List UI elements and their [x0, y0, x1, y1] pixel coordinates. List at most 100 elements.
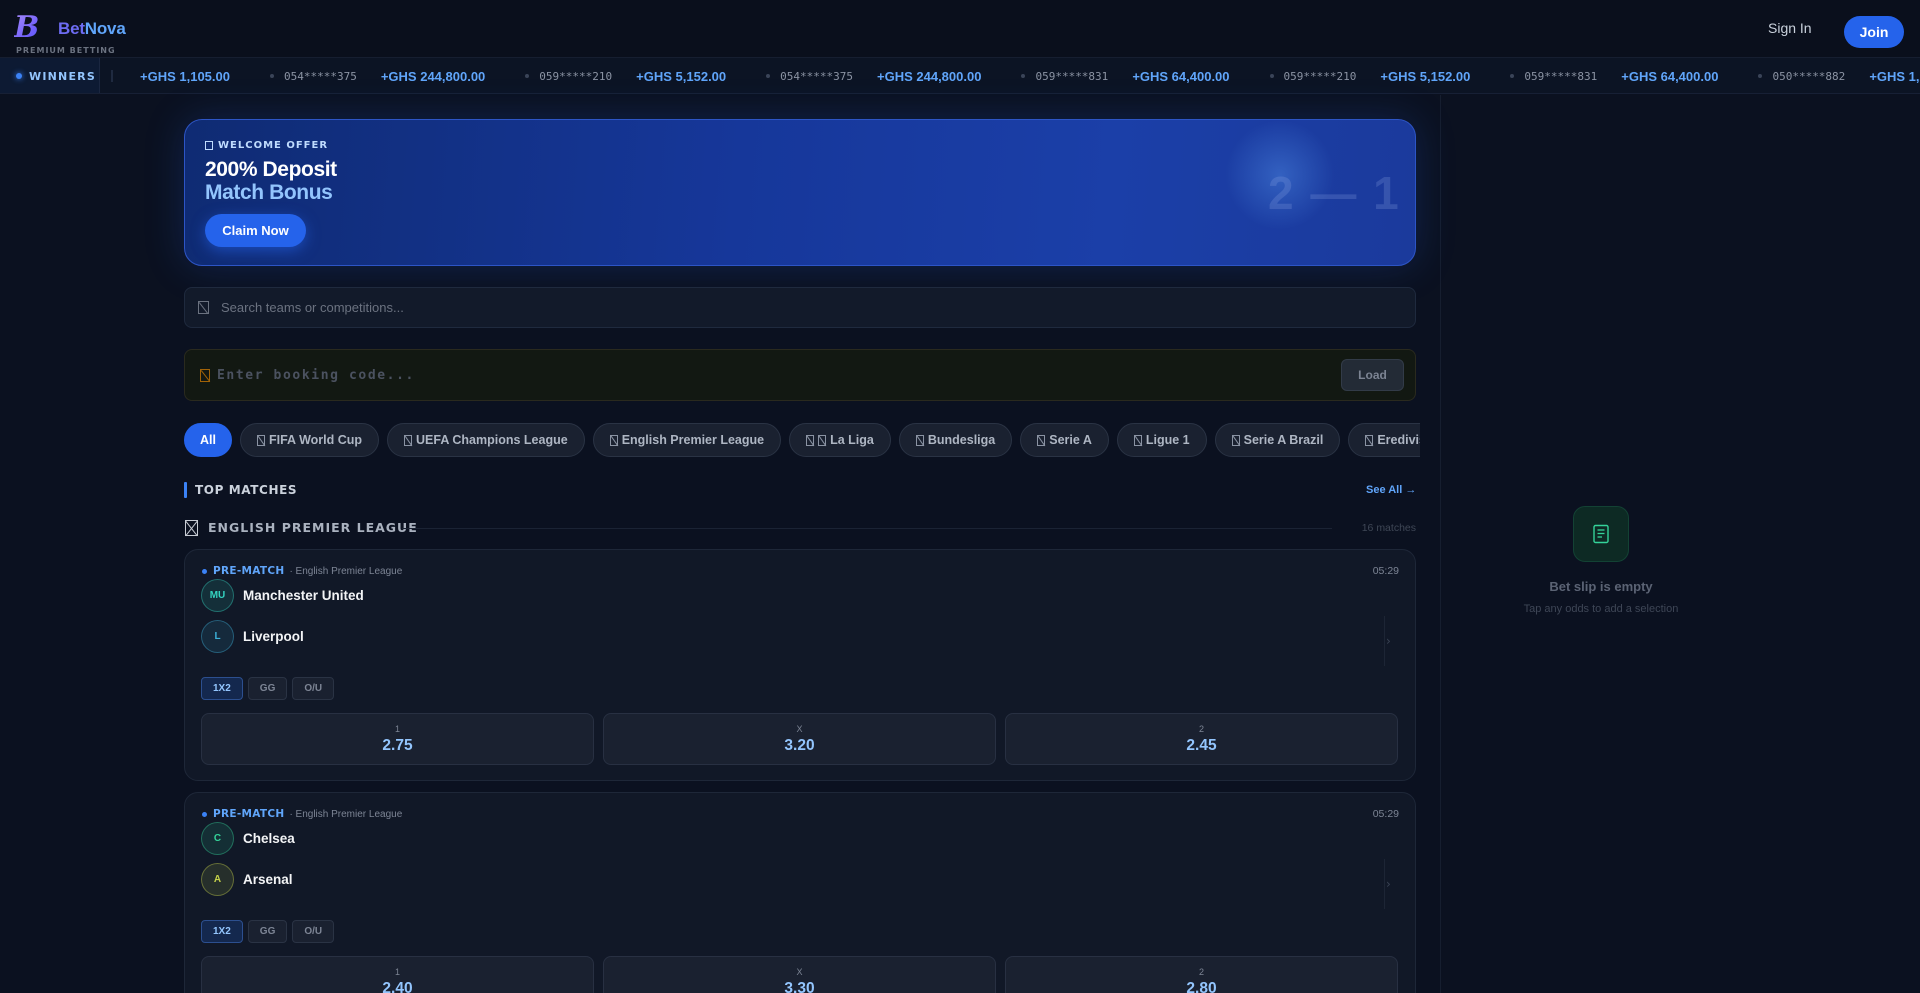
- league-chip[interactable]: Eredivisie: [1348, 423, 1420, 457]
- offer-title-line1: 200% Deposit: [205, 158, 337, 181]
- league-chip[interactable]: Ligue 1: [1116, 423, 1207, 457]
- league-chip-label: Serie A: [1049, 433, 1092, 447]
- odds-button[interactable]: 1 2.75: [201, 713, 594, 765]
- match-competition: · English Premier League: [289, 808, 403, 820]
- see-all-link[interactable]: See All →: [1366, 484, 1416, 496]
- match-card[interactable]: PRE-MATCH · English Premier League 05:29 MU…: [184, 549, 1416, 781]
- market-tab[interactable]: 1X2: [201, 920, 243, 943]
- match-status-label: PRE-MATCH: [213, 808, 285, 820]
- status-dot-icon: [202, 811, 207, 817]
- winner-amount: +GHS 64,400.00: [1621, 68, 1719, 84]
- top-navigation-bar: B BetNova PREMIUM BETTING Sign In Join: [0, 0, 1920, 58]
- match-status: PRE-MATCH · English Premier League: [202, 808, 402, 820]
- match-status-label: PRE-MATCH: [213, 565, 285, 577]
- top-matches-title: TOP MATCHES: [195, 483, 298, 497]
- market-tabs: 1X2 GG O/U: [201, 677, 335, 700]
- league-chip-label: La Liga: [830, 433, 874, 447]
- league-chip[interactable]: Bundesliga: [898, 423, 1013, 457]
- league-chip-label: Serie A Brazil: [1243, 433, 1324, 447]
- match-kickoff-time: 05:29: [1372, 808, 1399, 820]
- league-chip-label: Eredivisie: [1377, 433, 1420, 447]
- score-graphic: 2 — 1: [1268, 167, 1401, 219]
- league-chip[interactable]: Serie A Brazil: [1214, 423, 1341, 457]
- ticker-track: +GHS 1,105.00 054*****375 +GHS 244,800.00 0…: [140, 58, 1920, 93]
- sign-in-link[interactable]: Sign In: [1768, 20, 1812, 36]
- away-team-name: Liverpool: [243, 628, 304, 644]
- home-team-badge: MU: [201, 578, 234, 612]
- live-dot-icon: [16, 73, 22, 79]
- league-filter-chips: All FIFA World Cup UEFA Champions League En…: [184, 423, 1420, 459]
- winner-phone: 054*****375: [766, 70, 853, 83]
- league-chip[interactable]: English Premier League: [592, 423, 782, 457]
- odds-value: 3.30: [784, 980, 815, 993]
- section-accent-bar: [184, 482, 187, 498]
- winner-amount: +GHS 244,800.00: [380, 68, 486, 84]
- odds-label: X: [796, 967, 803, 977]
- winner-amount: +GHS 244,800.00: [877, 68, 982, 84]
- league-chip[interactable]: Serie A: [1020, 423, 1109, 457]
- booking-code-bar: Load: [184, 349, 1416, 401]
- chevron-right-icon[interactable]: ›: [1384, 616, 1392, 666]
- league-group-header: ENGLISH PREMIER LEAGUE 16 matches: [184, 519, 1416, 537]
- market-tabs: 1X2 GG O/U: [201, 920, 335, 943]
- odds-button[interactable]: X 3.30: [603, 956, 996, 993]
- league-chip[interactable]: FIFA World Cup: [239, 423, 380, 457]
- league-chip[interactable]: La Liga: [789, 423, 891, 457]
- league-flag-icon: [818, 434, 827, 446]
- match-kickoff-time: 05:29: [1372, 565, 1399, 577]
- market-tab[interactable]: GG: [247, 677, 288, 700]
- league-chip-label: UEFA Champions League: [416, 433, 568, 447]
- logo-wordmark: BetNova: [58, 19, 126, 39]
- winner-phone: 059*****210: [1270, 70, 1357, 83]
- claim-now-button[interactable]: Claim Now: [205, 214, 306, 247]
- ticker-divider: [111, 70, 113, 82]
- market-tab[interactable]: O/U: [292, 920, 335, 943]
- search-icon: [198, 301, 209, 314]
- league-flag-icon: [806, 434, 815, 446]
- market-tab[interactable]: GG: [247, 920, 288, 943]
- winner-amount: +GHS 64,400.00: [1132, 68, 1230, 84]
- winners-ticker: WINNERS +GHS 1,105.00 054*****375 +GHS 244…: [0, 58, 1920, 94]
- join-button[interactable]: Join: [1844, 16, 1904, 48]
- odds-label: 2: [1198, 967, 1204, 977]
- odds-button[interactable]: 2 2.80: [1005, 956, 1398, 993]
- match-card[interactable]: PRE-MATCH · English Premier League 05:29 C C…: [184, 792, 1416, 993]
- league-name: ENGLISH PREMIER LEAGUE: [208, 520, 418, 535]
- betnova-logo[interactable]: B BetNova PREMIUM BETTING: [14, 10, 144, 56]
- status-dot-icon: [202, 568, 207, 574]
- booking-code-input[interactable]: [217, 350, 1217, 400]
- league-flag-icon: [1037, 434, 1046, 446]
- odds-row: 1 2.40 X 3.30 2 2.80: [201, 956, 1398, 993]
- winner-amount: +GHS 1,105.00: [140, 68, 230, 84]
- winner-amount: +GHS 5,152.00: [636, 68, 727, 84]
- odds-button[interactable]: 2 2.45: [1005, 713, 1398, 765]
- market-tab[interactable]: 1X2: [201, 677, 243, 700]
- league-flag-icon: [1133, 434, 1142, 446]
- logo-tagline: PREMIUM BETTING: [16, 46, 116, 55]
- league-chip[interactable]: All: [184, 423, 232, 457]
- bet-slip-empty-subtitle: Tap any odds to add a selection: [1523, 603, 1679, 615]
- logo-word-bet: Bet: [58, 19, 85, 38]
- ticket-icon: [200, 369, 210, 382]
- league-flag-icon: [256, 434, 265, 446]
- winners-label-text: WINNERS: [29, 69, 96, 83]
- chevron-right-icon[interactable]: ›: [1384, 859, 1392, 909]
- search-input[interactable]: [221, 288, 1401, 327]
- market-tab[interactable]: O/U: [292, 677, 335, 700]
- league-match-count: 16 matches: [1361, 522, 1416, 534]
- load-booking-button[interactable]: Load: [1341, 359, 1404, 391]
- odds-button[interactable]: X 3.20: [603, 713, 996, 765]
- league-chip[interactable]: UEFA Champions League: [387, 423, 585, 457]
- odds-button[interactable]: 1 2.40: [201, 956, 594, 993]
- winner-phone: 054*****375: [270, 70, 357, 83]
- home-team: MU Manchester United: [201, 578, 364, 612]
- england-flag-icon: [185, 520, 198, 536]
- odds-label: X: [796, 724, 803, 734]
- league-chip-label: FIFA World Cup: [268, 433, 363, 447]
- offer-tag-text: WELCOME OFFER: [218, 140, 329, 151]
- league-flag-icon: [1365, 434, 1374, 446]
- winner-phone: 059*****831: [1021, 70, 1108, 83]
- league-chip-label: Bundesliga: [927, 433, 996, 447]
- odds-value: 3.20: [784, 737, 815, 754]
- chevron-divider: [1384, 616, 1385, 666]
